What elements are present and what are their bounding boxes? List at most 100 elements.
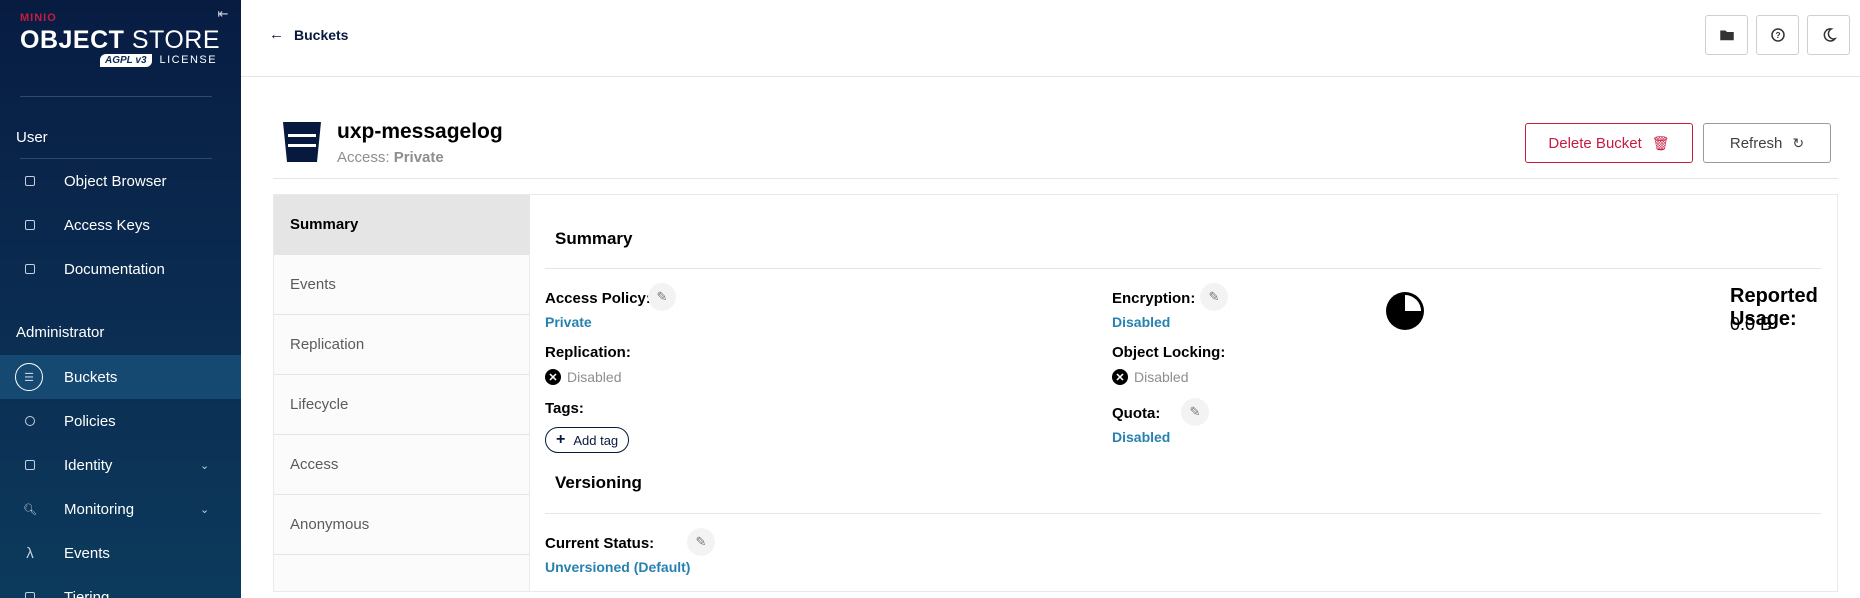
replication-status: ✕ Disabled bbox=[545, 369, 621, 385]
back-link-label: Buckets bbox=[294, 26, 349, 43]
edit-versioning-button[interactable]: ✎ bbox=[687, 528, 715, 556]
sidebar-item-label: Object Browser bbox=[64, 172, 167, 190]
section-title-user: User bbox=[16, 129, 48, 146]
sidebar-item-label: Access Keys bbox=[64, 216, 150, 234]
section-title-administrator: Administrator bbox=[16, 324, 105, 341]
plus-icon: + bbox=[556, 431, 566, 448]
section-divider bbox=[545, 268, 1821, 269]
sidebar-item-access-keys[interactable]: Access Keys bbox=[0, 203, 241, 247]
disabled-x-icon: ✕ bbox=[1112, 369, 1128, 385]
refresh-icon: ↻ bbox=[1792, 134, 1805, 151]
sidebar-item-buckets[interactable]: ☰ Buckets bbox=[0, 355, 241, 399]
chevron-down-icon[interactable]: ⌄ bbox=[200, 459, 212, 472]
tab-anonymous[interactable]: Anonymous bbox=[274, 495, 530, 555]
current-status-label: Current Status: bbox=[545, 535, 655, 552]
top-bar: ← Buckets ? bbox=[241, 0, 1860, 77]
sidebar-divider bbox=[20, 96, 212, 97]
summary-panel: Summary Access Policy: ✎ Private Replica… bbox=[530, 195, 1837, 591]
encryption-value[interactable]: Disabled bbox=[1112, 314, 1170, 330]
refresh-label: Refresh bbox=[1729, 134, 1783, 152]
chevron-down-icon[interactable]: ⌄ bbox=[200, 503, 212, 516]
quota-value[interactable]: Disabled bbox=[1112, 429, 1170, 445]
pencil-icon: ✎ bbox=[1208, 289, 1220, 304]
sidebar-item-tiering[interactable]: Tiering bbox=[0, 575, 241, 598]
access-policy-label: Access Policy: bbox=[545, 290, 651, 307]
documentation-icon bbox=[20, 259, 40, 279]
svg-text:?: ? bbox=[1775, 31, 1780, 40]
logo-title: OBJECT STORE bbox=[20, 26, 221, 54]
folder-icon bbox=[1719, 30, 1734, 41]
delete-bucket-label: Delete Bucket bbox=[1548, 134, 1642, 152]
reported-usage-value: 0.0 B bbox=[1730, 314, 1773, 334]
identity-icon bbox=[20, 455, 40, 475]
trash-icon: 🗑︎ bbox=[1651, 134, 1670, 151]
object-browser-icon bbox=[20, 171, 40, 191]
bucket-name: uxp-messagelog bbox=[337, 120, 503, 143]
usage-pie-icon bbox=[1386, 292, 1424, 330]
tab-events[interactable]: Events bbox=[274, 255, 530, 315]
tab-summary[interactable]: Summary bbox=[274, 195, 530, 255]
help-button[interactable]: ? bbox=[1756, 15, 1799, 55]
add-tag-button[interactable]: + Add tag bbox=[545, 427, 630, 453]
header-divider bbox=[273, 178, 1838, 179]
summary-title: Summary bbox=[555, 229, 633, 248]
delete-bucket-button[interactable]: Delete Bucket 🗑︎ bbox=[1525, 123, 1693, 163]
pencil-icon: ✎ bbox=[656, 289, 668, 304]
collapse-left-icon[interactable]: ⇤ bbox=[214, 6, 232, 22]
disabled-x-icon: ✕ bbox=[545, 369, 561, 385]
sidebar-item-identity[interactable]: Identity ⌄ bbox=[0, 443, 241, 487]
refresh-button[interactable]: Refresh ↻ bbox=[1703, 123, 1831, 163]
tab-replication[interactable]: Replication bbox=[274, 315, 530, 375]
folder-button[interactable] bbox=[1705, 15, 1748, 55]
sidebar-item-label: Policies bbox=[64, 412, 116, 430]
tab-access[interactable]: Access bbox=[274, 435, 530, 495]
sidebar-item-label: Identity bbox=[64, 456, 113, 474]
sidebar-item-label: Buckets bbox=[64, 368, 118, 386]
object-locking-label: Object Locking: bbox=[1112, 344, 1226, 361]
sidebar-item-events[interactable]: λ Events bbox=[0, 531, 241, 575]
logo-license: AGPL v3 LICENSE bbox=[100, 54, 217, 67]
lambda-icon: λ bbox=[26, 544, 34, 562]
sidebar-item-label: Events bbox=[64, 544, 110, 562]
sidebar-item-label: Documentation bbox=[64, 260, 165, 278]
bucket-access: Access: Private bbox=[337, 149, 444, 166]
bucket-details-card: Summary Events Replication Lifecycle Acc… bbox=[273, 194, 1838, 592]
dark-mode-button[interactable] bbox=[1807, 15, 1850, 55]
help-icon: ? bbox=[1770, 28, 1785, 42]
edit-encryption-button[interactable]: ✎ bbox=[1200, 283, 1228, 311]
edit-access-policy-button[interactable]: ✎ bbox=[648, 283, 676, 311]
tags-label: Tags: bbox=[545, 400, 584, 417]
arrow-left-icon: ← bbox=[269, 26, 284, 43]
section-divider bbox=[545, 513, 1821, 514]
dark-mode-icon bbox=[1823, 28, 1837, 42]
buckets-icon: ☰ bbox=[15, 363, 43, 391]
pencil-icon: ✎ bbox=[1189, 404, 1201, 419]
sidebar-item-policies[interactable]: Policies bbox=[0, 399, 241, 443]
sidebar-item-object-browser[interactable]: Object Browser bbox=[0, 159, 241, 203]
replication-label: Replication: bbox=[545, 344, 631, 361]
quota-label: Quota: bbox=[1112, 405, 1161, 422]
object-locking-status: ✕ Disabled bbox=[1112, 369, 1188, 385]
pencil-icon: ✎ bbox=[695, 534, 707, 549]
access-policy-value[interactable]: Private bbox=[545, 314, 592, 330]
bucket-icon bbox=[283, 122, 321, 162]
policies-icon bbox=[20, 411, 40, 431]
minio-logo: MINIO OBJECT STORE AGPL v3 LICENSE bbox=[20, 10, 220, 74]
back-to-buckets-link[interactable]: ← Buckets bbox=[269, 26, 348, 43]
sidebar: MINIO OBJECT STORE AGPL v3 LICENSE ⇤ User… bbox=[0, 0, 241, 598]
encryption-label: Encryption: bbox=[1112, 290, 1196, 307]
agpl-badge: AGPL v3 bbox=[100, 54, 152, 67]
edit-quota-button[interactable]: ✎ bbox=[1181, 398, 1209, 426]
current-status-value[interactable]: Unversioned (Default) bbox=[545, 559, 690, 575]
tab-lifecycle[interactable]: Lifecycle bbox=[274, 375, 530, 435]
sidebar-item-documentation[interactable]: Documentation bbox=[0, 247, 241, 291]
access-keys-icon bbox=[20, 215, 40, 235]
logo-minio-text: MINIO bbox=[20, 12, 57, 24]
sidebar-item-label: Tiering bbox=[64, 588, 110, 598]
monitoring-icon: 🔍︎ bbox=[23, 503, 37, 516]
sidebar-item-label: Monitoring bbox=[64, 500, 135, 518]
versioning-title: Versioning bbox=[555, 473, 642, 492]
tiering-icon bbox=[20, 587, 40, 598]
sidebar-item-monitoring[interactable]: 🔍︎ Monitoring ⌄ bbox=[0, 487, 241, 531]
bucket-tabs: Summary Events Replication Lifecycle Acc… bbox=[274, 195, 530, 591]
